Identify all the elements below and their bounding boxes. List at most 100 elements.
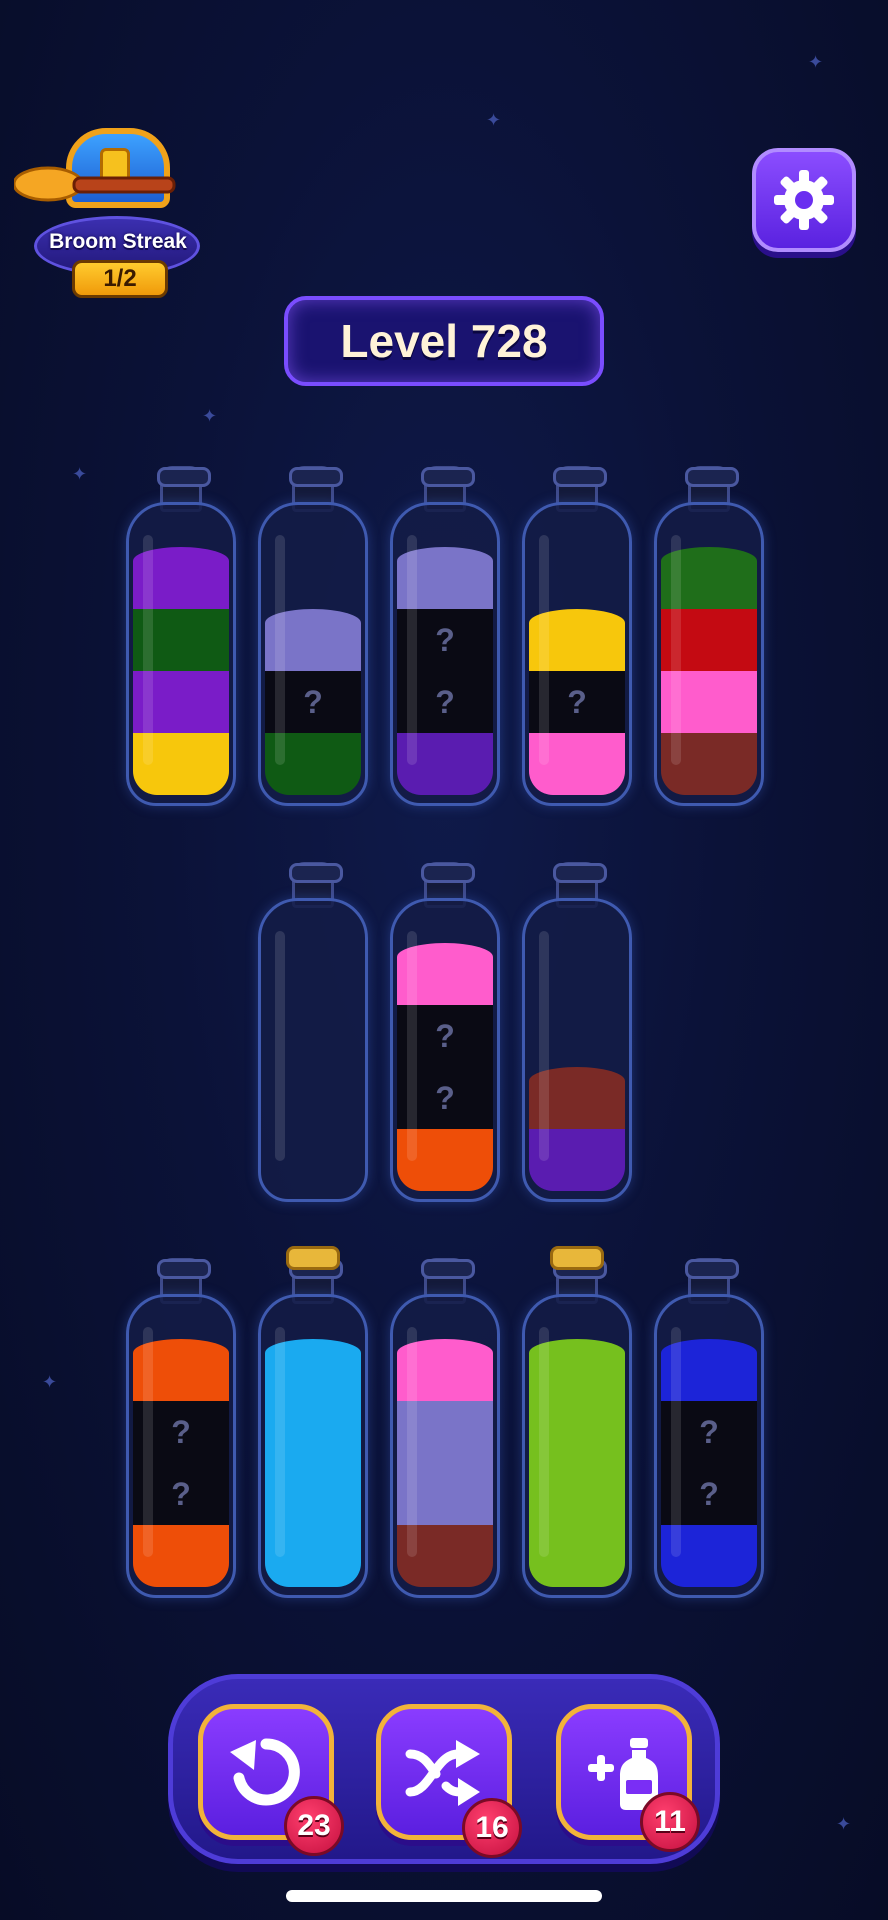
bottle-glass: ?	[522, 502, 632, 806]
bottle[interactable]: ??	[654, 1258, 764, 1598]
hidden-liquid-layer: ?	[397, 1005, 493, 1067]
streak-label: Broom Streak	[49, 230, 187, 253]
bottle-glass: ??	[126, 1294, 236, 1598]
level-title: Level 728	[284, 296, 604, 386]
bottle-glass: ??	[390, 502, 500, 806]
liquid-layer	[661, 609, 757, 671]
bottle[interactable]: ??	[390, 862, 500, 1202]
liquid-layer	[265, 1339, 361, 1401]
liquid-layer	[133, 1525, 229, 1587]
liquid-layer	[133, 733, 229, 795]
liquid-layer	[529, 1067, 625, 1129]
cork-icon	[550, 1246, 604, 1270]
hidden-liquid-layer: ?	[265, 671, 361, 733]
liquid-layer	[397, 733, 493, 795]
liquid-layer	[661, 1525, 757, 1587]
liquid-stack: ?	[265, 609, 361, 795]
hidden-liquid-layer: ?	[529, 671, 625, 733]
bottle[interactable]: ??	[126, 1258, 236, 1598]
liquid-stack: ?	[529, 609, 625, 795]
hidden-liquid-layer: ?	[397, 671, 493, 733]
hidden-marker: ?	[435, 683, 455, 720]
bottle-glass	[390, 1294, 500, 1598]
liquid-stack: ??	[397, 943, 493, 1191]
liquid-layer	[397, 1525, 493, 1587]
liquid-layer	[397, 1129, 493, 1191]
bottle-glass	[522, 898, 632, 1202]
liquid-layer	[397, 547, 493, 609]
liquid-stack	[397, 1339, 493, 1587]
hidden-marker: ?	[699, 1413, 719, 1450]
bottle[interactable]	[390, 1258, 500, 1598]
liquid-layer	[529, 1339, 625, 1401]
bottle[interactable]	[126, 466, 236, 806]
liquid-layer	[397, 1401, 493, 1463]
home-indicator[interactable]	[286, 1890, 602, 1902]
gear-icon	[774, 170, 834, 230]
bottle[interactable]	[258, 1246, 368, 1598]
star-decoration: ✦	[808, 52, 824, 73]
hidden-marker: ?	[303, 683, 323, 720]
liquid-layer	[661, 1339, 757, 1401]
liquid-layer	[529, 609, 625, 671]
add-bottle-count-badge: 11	[640, 1792, 700, 1852]
hidden-liquid-layer: ?	[397, 609, 493, 671]
liquid-layer	[265, 1525, 361, 1587]
liquid-layer	[529, 733, 625, 795]
liquid-layer	[397, 1339, 493, 1401]
undo-count-badge: 23	[284, 1796, 344, 1856]
hidden-liquid-layer: ?	[133, 1401, 229, 1463]
hidden-liquid-layer: ?	[661, 1463, 757, 1525]
bottle-glass	[522, 1294, 632, 1598]
liquid-layer	[265, 1463, 361, 1525]
bottle[interactable]	[522, 1246, 632, 1598]
liquid-layer	[265, 1401, 361, 1463]
streak-count: 1/2	[72, 260, 168, 298]
hidden-marker: ?	[699, 1475, 719, 1512]
liquid-layer	[265, 609, 361, 671]
bottle-glass	[126, 502, 236, 806]
bottle[interactable]	[522, 862, 632, 1202]
bottle[interactable]	[654, 466, 764, 806]
liquid-stack	[133, 547, 229, 795]
liquid-layer	[397, 943, 493, 1005]
hidden-marker: ?	[567, 683, 587, 720]
hidden-liquid-layer: ?	[397, 1067, 493, 1129]
hidden-liquid-layer: ?	[661, 1401, 757, 1463]
liquid-stack	[529, 1067, 625, 1191]
hidden-marker: ?	[171, 1475, 191, 1512]
liquid-layer	[661, 671, 757, 733]
star-decoration: ✦	[42, 1372, 58, 1393]
liquid-stack	[529, 1339, 625, 1587]
bottle-glass	[258, 898, 368, 1202]
liquid-layer	[529, 1463, 625, 1525]
bottle[interactable]	[258, 862, 368, 1202]
bottle[interactable]: ?	[258, 466, 368, 806]
shuffle-count-badge: 16	[462, 1798, 522, 1858]
liquid-layer	[265, 733, 361, 795]
hidden-liquid-layer: ?	[133, 1463, 229, 1525]
star-decoration: ✦	[202, 406, 218, 427]
liquid-stack: ??	[133, 1339, 229, 1587]
settings-button[interactable]	[752, 148, 856, 252]
broom-icon	[14, 166, 176, 202]
bottle[interactable]: ??	[390, 466, 500, 806]
shuffle-icon	[405, 1740, 480, 1806]
liquid-layer	[661, 733, 757, 795]
bottle-glass: ??	[654, 1294, 764, 1598]
liquid-stack	[265, 1339, 361, 1587]
liquid-layer	[529, 1129, 625, 1191]
liquid-layer	[529, 1401, 625, 1463]
liquid-layer	[133, 1339, 229, 1401]
star-decoration: ✦	[486, 110, 502, 131]
liquid-stack: ??	[661, 1339, 757, 1587]
hidden-marker: ?	[171, 1413, 191, 1450]
broom-streak-badge[interactable]: Broom Streak 1/2	[14, 118, 204, 302]
liquid-layer	[529, 1525, 625, 1587]
liquid-stack	[661, 547, 757, 795]
bottle[interactable]: ?	[522, 466, 632, 806]
hidden-marker: ?	[435, 621, 455, 658]
bottle-glass	[654, 502, 764, 806]
liquid-layer	[661, 547, 757, 609]
star-decoration: ✦	[836, 1814, 852, 1835]
